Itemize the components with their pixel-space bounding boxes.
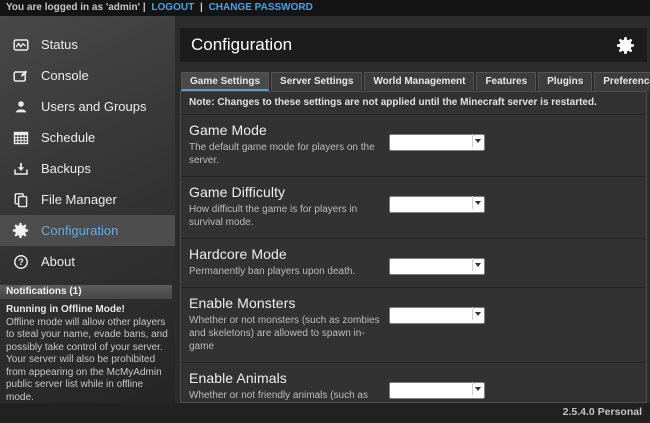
change-password-link[interactable]: CHANGE PASSWORD [209,2,313,13]
setting-name: Enable Animals [189,370,387,386]
setting-name: Enable Monsters [189,295,387,311]
backups-icon [12,160,29,177]
tab-server-settings[interactable]: Server Settings [271,72,362,91]
sidebar-item-label: Status [41,37,78,52]
tab-game-settings[interactable]: Game Settings [181,72,269,91]
setting-description: The default game mode for players on the… [189,141,387,167]
version-label: 2.5.4.0 Personal [563,406,642,418]
notifications-header: Notifications (1) [0,285,172,299]
top-bar: You are logged in as 'admin' | LOGOUT | … [0,0,650,16]
sidebar-item-configuration[interactable]: Configuration [0,215,175,246]
logout-link[interactable]: LOGOUT [151,2,194,13]
settings-gear-icon[interactable] [616,36,635,55]
enable-animals-select[interactable] [389,382,485,399]
hardcore-mode-select[interactable] [389,258,485,275]
sidebar-item-label: Users and Groups [41,99,147,114]
tab-plugins[interactable]: Plugins [538,72,592,91]
game-difficulty-select[interactable] [389,196,485,213]
game-difficulty-select-wrap [389,194,485,211]
sidebar-item-backups[interactable]: Backups [0,153,175,184]
sidebar-item-users-and-groups[interactable]: Users and Groups [0,91,175,122]
enable-monsters-select-wrap [389,305,485,322]
sidebar-item-about[interactable]: ? About [0,246,175,277]
notifications-panel: Notifications (1) Running in Offline Mod… [0,285,175,403]
notification-title: Running in Offline Mode! [6,304,169,317]
gear-icon [12,222,29,239]
notification-body-text: Offline mode will allow other players to… [6,317,169,404]
sidebar-item-label: Backups [41,161,91,176]
setting-game-mode: Game Mode The default game mode for play… [181,115,646,177]
sidebar-menu: Status Console Users and Groups Schedule [0,29,175,277]
setting-game-difficulty: Game Difficulty How difficult the game i… [181,177,646,239]
setting-enable-monsters: Enable Monsters Whether or not monsters … [181,288,646,363]
tab-preferences[interactable]: Preferences [594,72,650,91]
enable-animals-select-wrap [389,380,485,397]
tab-features[interactable]: Features [476,72,536,91]
help-icon: ? [12,253,29,270]
tab-world-management[interactable]: World Management [364,72,474,91]
config-tabs: Game Settings Server Settings World Mana… [180,72,647,91]
setting-name: Hardcore Mode [189,246,387,262]
game-mode-select-wrap [389,132,485,149]
page-header: Configuration [180,28,647,62]
users-icon [12,98,29,115]
footer-bar: 2.5.4.0 Personal [0,403,650,423]
sidebar-item-console[interactable]: Console [0,60,175,91]
setting-hardcore-mode: Hardcore Mode Permanently ban players up… [181,239,646,288]
enable-monsters-select[interactable] [389,307,485,324]
notification-message: Running in Offline Mode! Offline mode wi… [0,299,175,403]
sidebar-item-label: Schedule [41,130,95,145]
status-icon [12,36,29,53]
sidebar: Status Console Users and Groups Schedule [0,16,175,403]
file-manager-icon [12,191,29,208]
svg-text:?: ? [18,257,24,267]
setting-description: Permanently ban players upon death. [189,265,387,278]
settings-panel: Note: Changes to these settings are not … [180,91,647,403]
setting-description: Whether or not friendly animals (such as… [189,389,387,403]
setting-enable-animals: Enable Animals Whether or not friendly a… [181,363,646,403]
logged-in-text: You are logged in as 'admin' | [6,2,146,13]
sidebar-item-label: Console [41,68,89,83]
setting-description: Whether or not monsters (such as zombies… [189,314,387,353]
setting-description: How difficult the game is for players in… [189,203,387,229]
sidebar-item-file-manager[interactable]: File Manager [0,184,175,215]
setting-name: Game Mode [189,122,387,138]
sidebar-item-label: About [41,254,75,269]
setting-name: Game Difficulty [189,184,387,200]
sidebar-item-label: Configuration [41,223,118,238]
link-separator: | [200,2,203,13]
sidebar-item-status[interactable]: Status [0,29,175,60]
sidebar-item-schedule[interactable]: Schedule [0,122,175,153]
hardcore-mode-select-wrap [389,256,485,273]
sidebar-item-label: File Manager [41,192,117,207]
restart-note: Note: Changes to these settings are not … [181,92,646,115]
schedule-icon [12,129,29,146]
game-mode-select[interactable] [389,134,485,151]
console-icon [12,67,29,84]
main-content: Configuration Game Settings Server Setti… [175,16,650,403]
page-title: Configuration [191,35,292,55]
